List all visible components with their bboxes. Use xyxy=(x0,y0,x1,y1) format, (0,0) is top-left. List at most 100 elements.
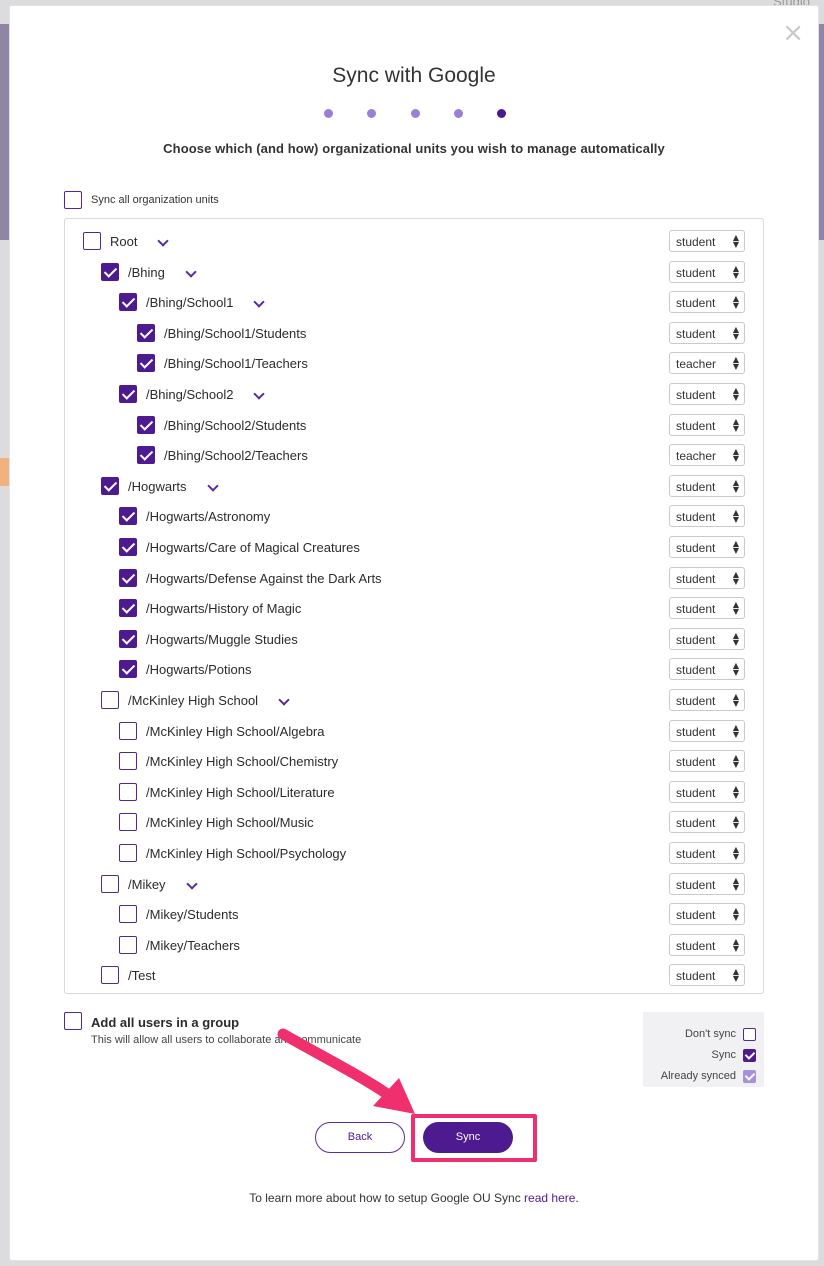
role-select[interactable]: student ▲ ▼ xyxy=(669,505,745,527)
org-unit-checkbox[interactable] xyxy=(119,630,137,648)
org-unit-checkbox[interactable] xyxy=(137,416,155,434)
org-unit-row: /Bhing/School1 student ▲ ▼ xyxy=(65,291,765,315)
chevron-down-icon[interactable] xyxy=(185,266,197,278)
chevron-down-icon[interactable] xyxy=(207,480,219,492)
sync-button[interactable]: Sync xyxy=(423,1122,513,1153)
role-select[interactable]: student ▲ ▼ xyxy=(669,842,745,864)
select-arrows-icon: ▲ ▼ xyxy=(732,570,739,586)
role-select[interactable]: student ▲ ▼ xyxy=(669,903,745,925)
org-unit-checkbox[interactable] xyxy=(119,844,137,862)
org-unit-checkbox[interactable] xyxy=(119,660,137,678)
org-unit-row: /Mikey/Students student ▲ ▼ xyxy=(65,903,765,927)
org-unit-label: /Bhing xyxy=(128,265,165,280)
org-unit-checkbox[interactable] xyxy=(119,538,137,556)
org-unit-checkbox[interactable] xyxy=(119,813,137,831)
role-select[interactable]: student ▲ ▼ xyxy=(669,567,745,589)
add-group-checkbox[interactable] xyxy=(64,1012,82,1030)
org-unit-label: /Hogwarts/Muggle Studies xyxy=(146,632,298,647)
org-unit-row: /Mikey/Teachers student ▲ ▼ xyxy=(65,934,765,958)
role-select[interactable]: student ▲ ▼ xyxy=(669,597,745,619)
org-unit-checkbox[interactable] xyxy=(119,293,137,311)
select-arrows-icon: ▲ ▼ xyxy=(732,692,739,708)
role-select[interactable]: student ▲ ▼ xyxy=(669,811,745,833)
legend-dont-sync-label: Don't sync xyxy=(684,1028,736,1040)
org-unit-checkbox[interactable] xyxy=(119,569,137,587)
org-unit-checkbox[interactable] xyxy=(101,263,119,281)
role-select[interactable]: student ▲ ▼ xyxy=(669,414,745,436)
org-unit-checkbox[interactable] xyxy=(101,966,119,984)
role-select-value: student xyxy=(676,480,716,494)
sync-all-checkbox[interactable] xyxy=(64,191,82,209)
select-arrows-icon: ▲ ▼ xyxy=(732,355,739,371)
org-unit-row: Root student ▲ ▼ xyxy=(65,230,765,254)
role-select[interactable]: student ▲ ▼ xyxy=(669,781,745,803)
role-select[interactable]: student ▲ ▼ xyxy=(669,964,745,986)
org-unit-checkbox[interactable] xyxy=(137,354,155,372)
select-arrows-icon: ▲ ▼ xyxy=(732,967,739,983)
role-select[interactable]: student ▲ ▼ xyxy=(669,628,745,650)
chevron-down-icon[interactable] xyxy=(278,694,290,706)
role-select[interactable]: student ▲ ▼ xyxy=(669,873,745,895)
select-arrows-icon: ▲ ▼ xyxy=(732,233,739,249)
org-unit-label: /Bhing/School2/Teachers xyxy=(164,448,308,463)
role-select-value: student xyxy=(676,663,716,677)
org-unit-row: /McKinley High School/Music student ▲ ▼ xyxy=(65,811,765,835)
select-arrows-icon: ▲ ▼ xyxy=(732,661,739,677)
role-select[interactable]: student ▲ ▼ xyxy=(669,720,745,742)
role-select[interactable]: student ▲ ▼ xyxy=(669,322,745,344)
org-unit-checkbox[interactable] xyxy=(101,691,119,709)
role-select[interactable]: student ▲ ▼ xyxy=(669,934,745,956)
org-unit-checkbox[interactable] xyxy=(119,599,137,617)
chevron-down-icon[interactable] xyxy=(157,235,169,247)
role-select[interactable]: student ▲ ▼ xyxy=(669,536,745,558)
role-select[interactable]: teacher ▲ ▼ xyxy=(669,444,745,466)
org-unit-checkbox[interactable] xyxy=(101,875,119,893)
org-unit-checkbox[interactable] xyxy=(101,477,119,495)
role-select[interactable]: student ▲ ▼ xyxy=(669,475,745,497)
chevron-down-icon[interactable] xyxy=(253,296,265,308)
org-unit-row: /Bhing student ▲ ▼ xyxy=(65,261,765,285)
org-unit-label: /Bhing/School1/Teachers xyxy=(164,356,308,371)
org-unit-checkbox[interactable] xyxy=(119,722,137,740)
org-unit-checkbox[interactable] xyxy=(119,905,137,923)
org-unit-label: /Bhing/School2 xyxy=(146,387,234,402)
org-unit-checkbox[interactable] xyxy=(119,783,137,801)
org-unit-label: /McKinley High School/Chemistry xyxy=(146,754,339,769)
legend-sync-label: Sync xyxy=(711,1049,736,1061)
org-unit-row: /Bhing/School2/Students student ▲ ▼ xyxy=(65,414,765,438)
legend-already-synced-box xyxy=(743,1070,756,1083)
close-icon[interactable]: × xyxy=(782,20,804,46)
org-unit-row: /Bhing/School2/Teachers teacher ▲ ▼ xyxy=(65,444,765,468)
role-select[interactable]: student ▲ ▼ xyxy=(669,291,745,313)
role-select[interactable]: student ▲ ▼ xyxy=(669,383,745,405)
select-arrows-icon: ▲ ▼ xyxy=(732,264,739,280)
legend-already-synced: Already synced xyxy=(646,1069,756,1085)
chevron-down-icon[interactable] xyxy=(253,388,265,400)
role-select[interactable]: student ▲ ▼ xyxy=(669,658,745,680)
back-button[interactable]: Back xyxy=(315,1122,405,1153)
role-select[interactable]: student ▲ ▼ xyxy=(669,689,745,711)
org-unit-checkbox[interactable] xyxy=(119,752,137,770)
org-unit-label: /Hogwarts xyxy=(128,479,187,494)
read-here-link[interactable]: read here xyxy=(524,1191,575,1205)
role-select[interactable]: student ▲ ▼ xyxy=(669,750,745,772)
footer-suffix: . xyxy=(575,1191,579,1205)
org-unit-label: /McKinley High School/Psychology xyxy=(146,846,347,861)
org-unit-checkbox[interactable] xyxy=(137,324,155,342)
org-unit-checkbox[interactable] xyxy=(137,446,155,464)
modal-subtitle: Choose which (and how) organizational un… xyxy=(163,141,665,156)
org-unit-label: /Hogwarts/Potions xyxy=(146,662,252,677)
role-select[interactable]: student ▲ ▼ xyxy=(669,230,745,252)
org-unit-checkbox[interactable] xyxy=(119,385,137,403)
org-unit-checkbox[interactable] xyxy=(119,507,137,525)
org-unit-row: /Bhing/School1/Students student ▲ ▼ xyxy=(65,322,765,346)
org-unit-checkbox[interactable] xyxy=(83,232,101,250)
role-select[interactable]: teacher ▲ ▼ xyxy=(669,352,745,374)
role-select[interactable]: student ▲ ▼ xyxy=(669,261,745,283)
chevron-down-icon[interactable] xyxy=(186,878,198,890)
role-select-value: student xyxy=(676,725,716,739)
org-unit-label: /McKinley High School/Literature xyxy=(146,785,335,800)
org-unit-label: /Hogwarts/History of Magic xyxy=(146,601,302,616)
role-select-value: student xyxy=(676,908,716,922)
org-unit-checkbox[interactable] xyxy=(119,936,137,954)
